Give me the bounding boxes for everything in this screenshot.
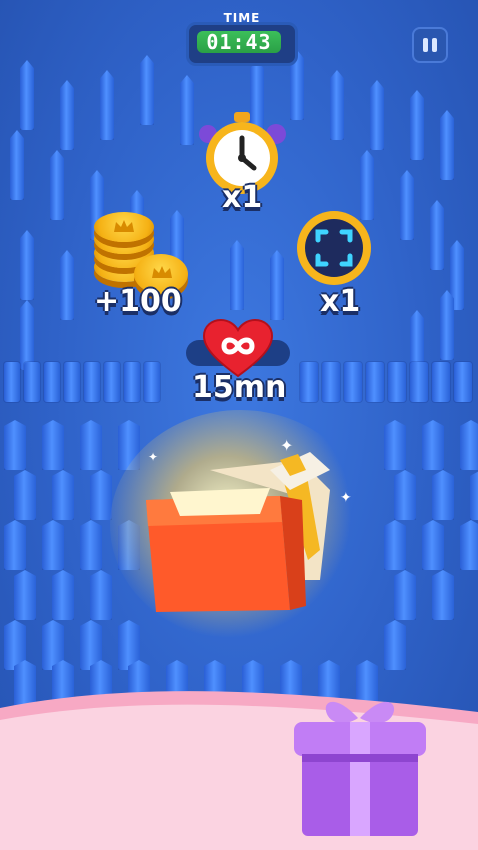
- coin-amount: +100: [94, 284, 182, 319]
- pillar-block: [90, 470, 112, 520]
- pillar-block: [432, 470, 454, 520]
- pause-button[interactable]: [412, 27, 448, 63]
- game-scene: TIME 01:43 x1 +100 x1 15mn ✦ ✦ ✦: [0, 0, 478, 850]
- pillar-block: [384, 420, 406, 470]
- pillar-block: [140, 55, 154, 125]
- pillar-block: [400, 170, 414, 240]
- pillar-block: [394, 570, 416, 620]
- pillar-block: [64, 362, 80, 402]
- pillar-block: [322, 362, 340, 402]
- pillar-block: [24, 362, 40, 402]
- pillar-block: [180, 75, 194, 145]
- stopwatch-count: x1: [222, 180, 263, 215]
- sparkle-icon: ✦: [340, 490, 352, 506]
- pillar-block: [384, 520, 406, 570]
- pillar-block: [20, 300, 34, 370]
- pillar-block: [440, 110, 454, 180]
- pillar-block: [50, 150, 64, 220]
- pillar-block: [52, 470, 74, 520]
- pillar-block: [4, 420, 26, 470]
- pillar-block: [410, 362, 428, 402]
- pillar-block: [84, 362, 100, 402]
- pillar-block: [20, 60, 34, 130]
- pillar-block: [388, 362, 406, 402]
- timer-panel: TIME 01:43: [186, 11, 298, 66]
- pillar-block: [4, 362, 20, 402]
- pillar-block: [460, 420, 478, 470]
- gift-box-icon: [146, 452, 330, 612]
- pillar-block: [100, 70, 114, 140]
- sparkle-icon: ✦: [148, 450, 159, 464]
- timer-label: TIME: [223, 11, 261, 25]
- focus-count: x1: [320, 284, 361, 319]
- pillar-block: [300, 362, 318, 402]
- pillar-block: [422, 520, 444, 570]
- pillar-block: [454, 362, 472, 402]
- pillar-block: [60, 250, 74, 320]
- pillar-block: [14, 470, 36, 520]
- pillar-block: [370, 80, 384, 150]
- coin-stack-icon: [90, 212, 190, 294]
- pillar-block: [394, 470, 416, 520]
- open-gift-box[interactable]: ✦ ✦ ✦: [110, 410, 370, 640]
- pillar-block: [42, 520, 64, 570]
- pillar-block: [460, 520, 478, 570]
- pillar-block: [384, 620, 406, 670]
- pillar-block: [432, 362, 450, 402]
- pillar-block: [20, 230, 34, 300]
- pillar-block: [344, 362, 362, 402]
- pillar-block: [80, 420, 102, 470]
- timer-value: 01:43: [197, 31, 281, 53]
- pillar-block: [330, 70, 344, 140]
- reward-coins: +100: [90, 212, 200, 322]
- pillar-block: [144, 362, 160, 402]
- pillar-block: [430, 200, 444, 270]
- reward-infinite-lives: 15mn: [186, 318, 290, 405]
- focus-target-icon: [297, 211, 371, 285]
- pillar-block: [90, 570, 112, 620]
- pillar-block: [410, 90, 424, 160]
- pause-icon: [423, 38, 428, 52]
- pillar-block: [42, 420, 64, 470]
- pillar-block: [52, 570, 74, 620]
- pillar-block: [10, 130, 24, 200]
- pillar-block: [470, 470, 478, 520]
- reward-stopwatch: x1: [196, 108, 286, 218]
- pillar-block: [270, 250, 284, 320]
- pillar-block: [4, 520, 26, 570]
- pillar-block: [432, 570, 454, 620]
- pillar-block: [104, 362, 120, 402]
- pillar-block: [124, 362, 140, 402]
- pillar-block: [60, 80, 74, 150]
- purple-gift-icon: [294, 701, 426, 836]
- purple-gift-button[interactable]: [284, 682, 434, 842]
- infinite-lives-duration: 15mn: [192, 370, 287, 405]
- pillar-block: [230, 240, 244, 310]
- sparkle-icon: ✦: [280, 436, 294, 455]
- reward-focus: x1: [294, 208, 384, 319]
- pillar-block: [440, 290, 454, 360]
- pillar-block: [44, 362, 60, 402]
- pillar-block: [80, 520, 102, 570]
- pillar-block: [14, 570, 36, 620]
- pillar-block: [422, 420, 444, 470]
- pillar-block: [366, 362, 384, 402]
